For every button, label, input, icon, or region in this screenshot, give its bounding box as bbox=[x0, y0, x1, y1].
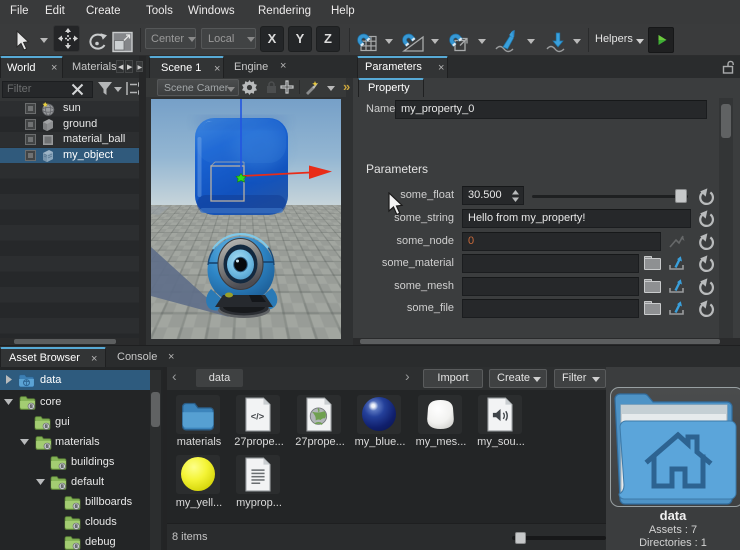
svg-text:</>: </> bbox=[251, 411, 265, 421]
